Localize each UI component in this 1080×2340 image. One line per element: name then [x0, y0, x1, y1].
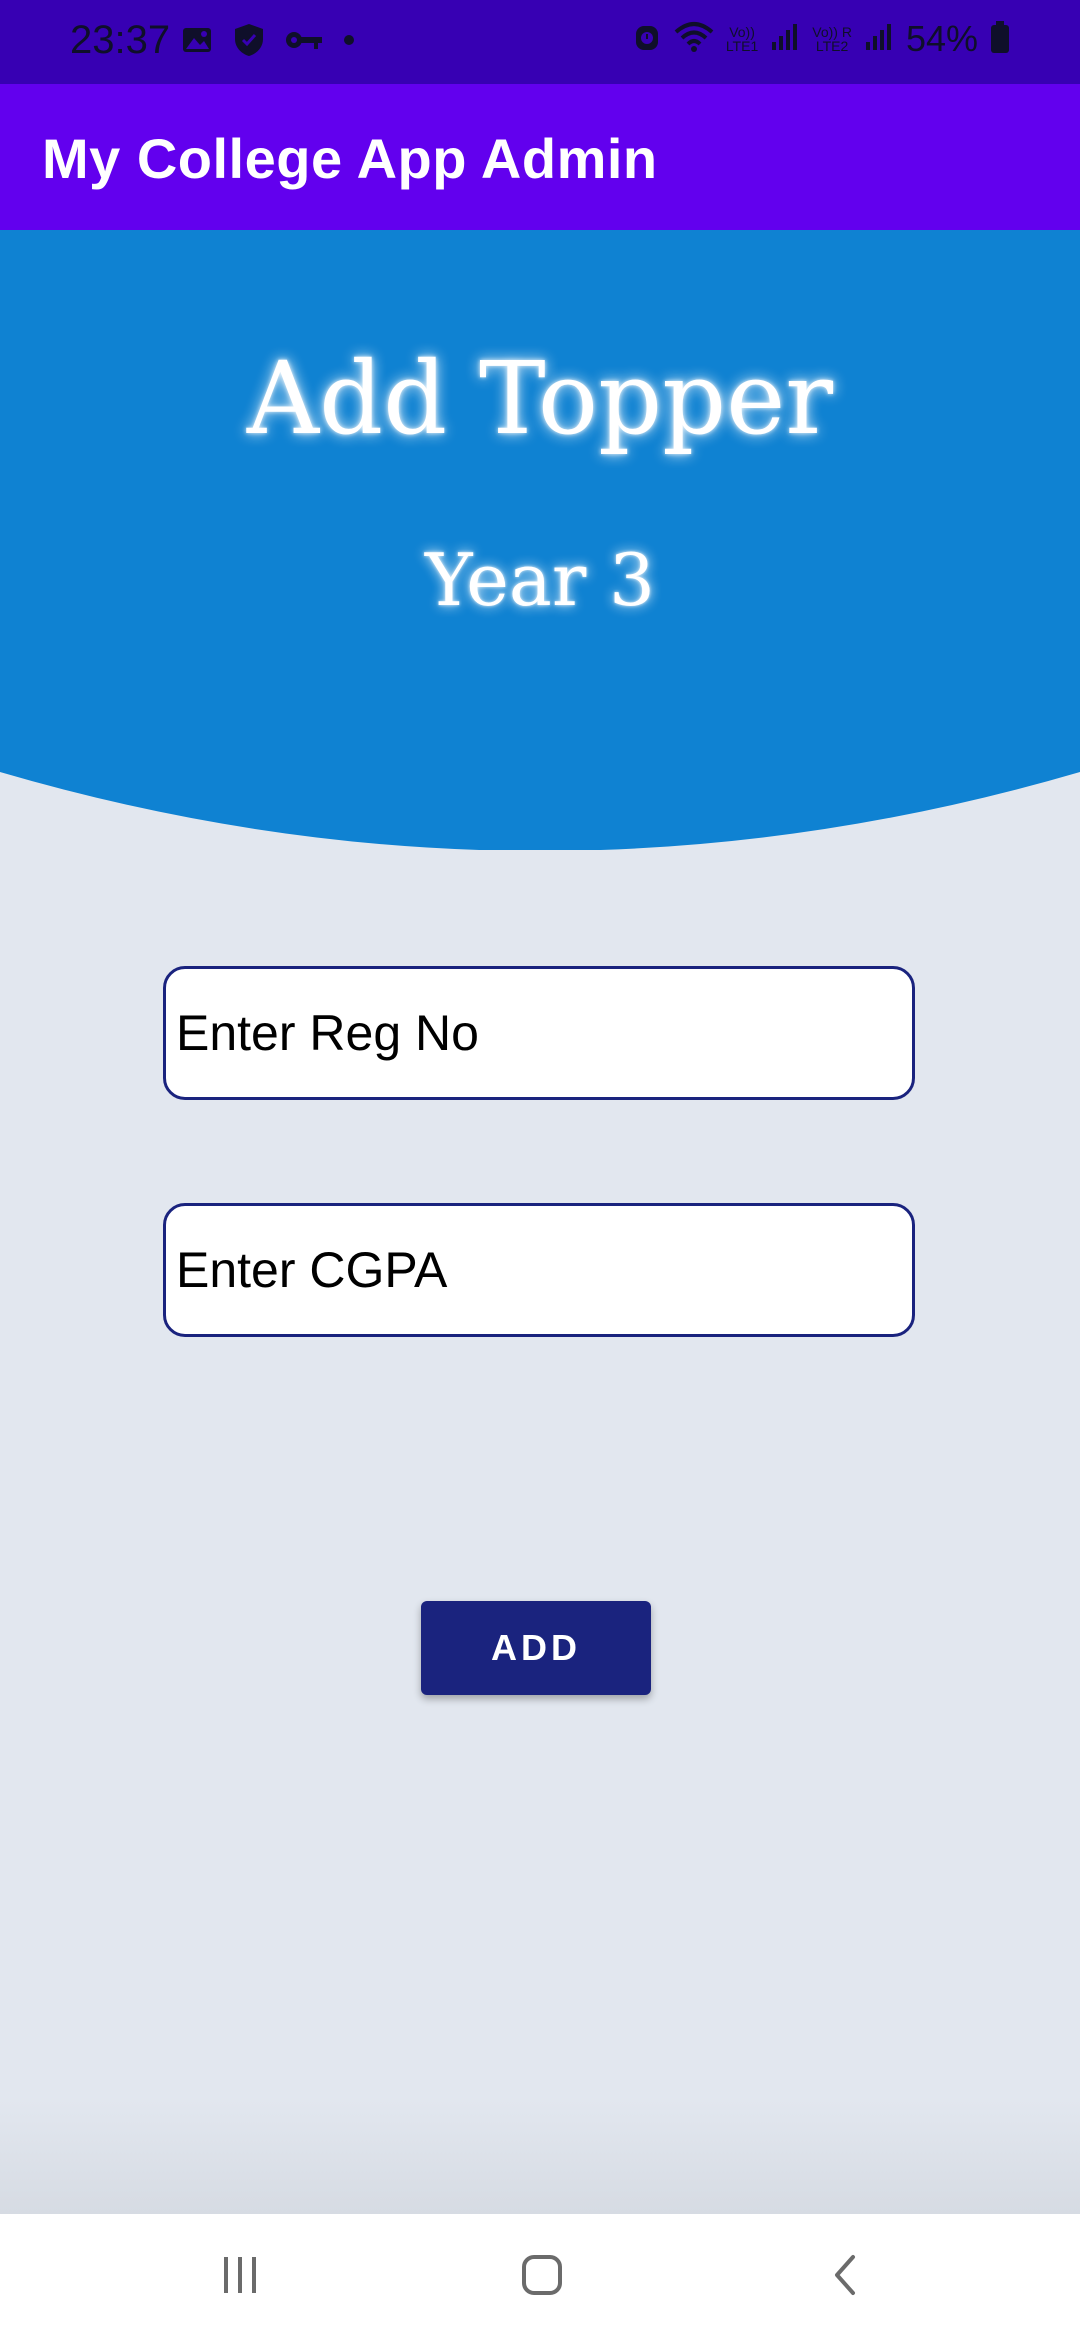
app-bar: My College App Admin [0, 84, 1080, 230]
home-icon [518, 2251, 566, 2304]
status-notification-icons [180, 22, 356, 63]
cgpa-input[interactable] [166, 1206, 912, 1334]
reg-no-field-container [163, 966, 915, 1100]
cgpa-field-container [163, 1203, 915, 1337]
back-icon [825, 2251, 865, 2304]
sim1-network-label: Vo)) LTE1 [725, 24, 759, 54]
key-icon [284, 25, 324, 60]
add-button[interactable]: ADD [421, 1601, 651, 1695]
wifi-icon [674, 20, 714, 59]
app-title: My College App Admin [42, 127, 658, 190]
status-system-icons: Vo)) LTE1 Vo)) R LTE2 54% [632, 18, 1010, 60]
gallery-icon [180, 23, 214, 62]
back-button[interactable] [765, 2214, 925, 2340]
header-banner: Add Topper Year 3 [0, 230, 1080, 850]
page-subtitle: Year 3 [425, 538, 655, 622]
page-title: Add Topper [246, 340, 834, 457]
signal-icon [770, 22, 800, 57]
battery-percent: 54% [905, 18, 978, 59]
status-time: 23:37 [70, 18, 171, 62]
signal-icon-2 [864, 22, 894, 57]
sim2-network-label: Vo)) R LTE2 [812, 24, 852, 54]
home-button[interactable] [462, 2214, 622, 2340]
status-bar: 23:37 Vo)) LTE1 Vo)) R LTE2 54% [0, 0, 1080, 84]
bottom-shade [0, 2100, 1080, 2214]
recents-button[interactable] [160, 2214, 320, 2340]
recents-icon [218, 2253, 262, 2302]
reg-no-input[interactable] [166, 969, 912, 1097]
alarm-icon [632, 20, 662, 59]
battery-icon [990, 20, 1010, 59]
shield-icon [232, 22, 266, 63]
navigation-bar [0, 2214, 1080, 2340]
dot-icon [342, 33, 356, 52]
